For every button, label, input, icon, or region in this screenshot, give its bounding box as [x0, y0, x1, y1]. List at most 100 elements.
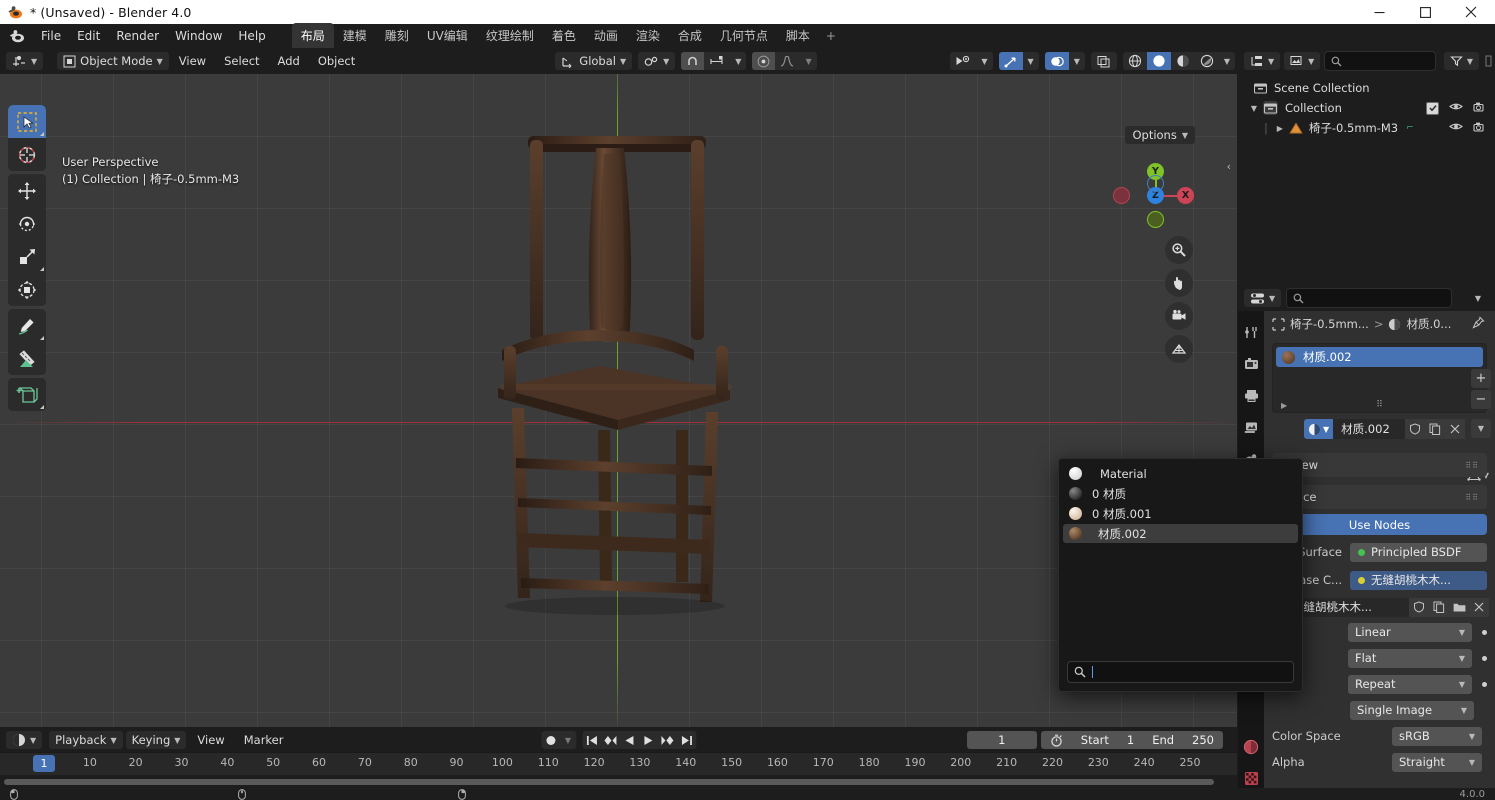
keying-menu[interactable]: Keying ▼ — [126, 731, 187, 749]
falloff-dropdown-caret[interactable]: ▼ — [800, 52, 816, 70]
chevron-right-icon[interactable]: ▶ — [1274, 124, 1286, 133]
blender-menu-icon[interactable] — [8, 28, 26, 44]
gizmo-axis-x[interactable]: X — [1177, 187, 1194, 204]
properties-editor-icon[interactable]: ▼ — [1244, 289, 1281, 307]
properties-options-caret[interactable]: ▼ — [1469, 289, 1487, 307]
viewport-options-dropdown[interactable]: Options ▼ — [1125, 126, 1195, 144]
tab-shading[interactable]: 着色 — [543, 23, 585, 49]
camera-icon[interactable] — [1165, 302, 1193, 330]
shield-icon[interactable] — [1405, 419, 1425, 439]
record-icon[interactable] — [541, 731, 560, 749]
menu-help[interactable]: Help — [230, 26, 273, 46]
popup-item[interactable]: 0 材质 — [1063, 484, 1298, 503]
tab-scripting[interactable]: 脚本 — [777, 23, 819, 49]
overlays-caret[interactable]: ▼ — [1069, 52, 1085, 70]
popup-item[interactable]: 0 材质.001 — [1063, 504, 1298, 523]
chevron-down-icon[interactable]: ▼ — [1248, 104, 1260, 113]
visibility-caret[interactable]: ▼ — [976, 52, 992, 70]
snap-increment-icon[interactable] — [704, 52, 730, 70]
alpha-dropdown[interactable]: Straight ▼ — [1392, 753, 1482, 772]
checkbox-icon[interactable] — [1426, 102, 1439, 115]
outliner-row-collection[interactable]: ▼ Collection — [1238, 98, 1495, 118]
shading-caret[interactable]: ▼ — [1219, 52, 1235, 70]
material-browse-popup[interactable]: Material 0 材质 0 材质.001 材质.002 — [1058, 458, 1303, 692]
tab-geometry-nodes[interactable]: 几何节点 — [711, 23, 777, 49]
move-tool[interactable] — [8, 174, 46, 207]
falloff-curve-icon[interactable] — [775, 52, 800, 70]
timeline-menu-marker[interactable]: Marker — [236, 730, 292, 750]
rendered-icon[interactable] — [1195, 52, 1219, 70]
frame-range-field[interactable]: Start 1 End 250 — [1041, 731, 1223, 749]
playback-menu[interactable]: Playback ▼ — [49, 731, 122, 749]
navigation-gizmo[interactable]: Y X Z — [1121, 148, 1189, 216]
material-preview-icon[interactable] — [1171, 52, 1195, 70]
extension-dropdown[interactable]: Repeat ▼ — [1348, 675, 1472, 694]
menu-window[interactable]: Window — [167, 26, 230, 46]
xray-icon[interactable] — [1091, 52, 1117, 70]
viewlayer-props-icon[interactable] — [1241, 419, 1261, 437]
tab-modeling[interactable]: 建模 — [334, 23, 376, 49]
grip-dots-icon[interactable]: ⠿ — [1376, 400, 1383, 410]
overlays-icon[interactable] — [1045, 52, 1069, 70]
copy-icon[interactable] — [1429, 598, 1449, 617]
viewport-menu-add[interactable]: Add — [270, 51, 308, 71]
scale-tool[interactable] — [8, 240, 46, 273]
transform-tool[interactable] — [8, 273, 46, 306]
render-icon[interactable] — [1241, 355, 1261, 373]
material-browse-icon[interactable]: ▼ — [1304, 419, 1333, 439]
cursor-tool[interactable] — [8, 138, 46, 171]
visibility-icon[interactable] — [950, 52, 976, 70]
timeline-menu-view[interactable]: View — [189, 730, 232, 750]
preview-panel-header[interactable]: review ⠿⠿ — [1272, 453, 1487, 477]
ortho-persp-grid-icon[interactable] — [1165, 335, 1193, 363]
add-material-slot-button[interactable]: + — [1471, 369, 1491, 388]
gizmo-axis-neg-z[interactable] — [1147, 175, 1164, 192]
stopwatch-icon[interactable] — [1050, 734, 1063, 747]
auto-keying-caret[interactable]: ▼ — [560, 731, 576, 749]
pivot-point-icon[interactable]: ▼ — [638, 52, 675, 70]
gizmo-axis-neg-y[interactable] — [1147, 211, 1164, 228]
proportional-edit-icon[interactable] — [752, 52, 775, 70]
color-space-dropdown[interactable]: sRGB ▼ — [1392, 727, 1482, 746]
tab-texture-paint[interactable]: 纹理绘制 — [477, 23, 543, 49]
viewport-menu-view[interactable]: View — [171, 51, 214, 71]
tab-uv-editing[interactable]: UV编辑 — [418, 23, 477, 49]
filter-funnel-icon[interactable]: ▼ — [1444, 52, 1479, 70]
outliner-id-type-icon[interactable]: ▼ — [1284, 52, 1320, 70]
viewport-menu-object[interactable]: Object — [310, 51, 363, 71]
pan-hand-icon[interactable] — [1165, 269, 1193, 297]
next-keyframe-icon[interactable] — [658, 731, 677, 749]
camera-render-icon[interactable] — [1473, 101, 1487, 116]
surface-panel-header[interactable]: urface ⠿⠿ — [1272, 485, 1487, 509]
close-icon[interactable] — [1449, 0, 1493, 24]
properties-search-input[interactable] — [1286, 288, 1452, 308]
eye-icon[interactable] — [1449, 101, 1463, 115]
animate-dot-icon[interactable] — [1482, 682, 1487, 687]
animate-dot-icon[interactable] — [1482, 656, 1487, 661]
tab-sculpting[interactable]: 雕刻 — [376, 23, 418, 49]
3d-viewport[interactable]: User Perspective (1) Collection | 椅子-0.5… — [0, 48, 1237, 727]
jump-end-icon[interactable] — [677, 731, 696, 749]
unlink-x-icon[interactable] — [1445, 419, 1465, 439]
tool-icon[interactable] — [1241, 323, 1261, 341]
tab-layout[interactable]: 布局 — [292, 23, 334, 49]
outliner-row-scene-collection[interactable]: Scene Collection — [1238, 78, 1495, 98]
remove-material-slot-button[interactable]: − — [1471, 390, 1491, 409]
popup-search-input[interactable] — [1067, 661, 1294, 683]
pin-icon[interactable] — [1472, 316, 1485, 332]
measure-tool[interactable] — [8, 342, 46, 375]
material-slot-specials-menu[interactable]: ▼ — [1471, 419, 1491, 438]
maximize-icon[interactable] — [1403, 0, 1447, 24]
menu-render[interactable]: Render — [108, 26, 167, 46]
interpolation-dropdown[interactable]: Linear ▼ — [1348, 623, 1472, 642]
prev-keyframe-icon[interactable] — [601, 731, 620, 749]
breadcrumb-material[interactable]: 材质.0... — [1406, 316, 1451, 332]
gizmo-icon[interactable] — [999, 52, 1023, 70]
timeline-scrollbar[interactable] — [0, 776, 1237, 788]
material-icon[interactable] — [1241, 738, 1261, 756]
viewport-menu-select[interactable]: Select — [216, 51, 267, 71]
material-slot-list[interactable]: 材质.002 ▶ ⠿ — [1272, 343, 1487, 413]
material-slot-row[interactable]: 材质.002 — [1276, 347, 1483, 367]
outliner-filter-extra-icon[interactable] — [1483, 52, 1495, 70]
add-cube-tool[interactable] — [8, 378, 46, 411]
